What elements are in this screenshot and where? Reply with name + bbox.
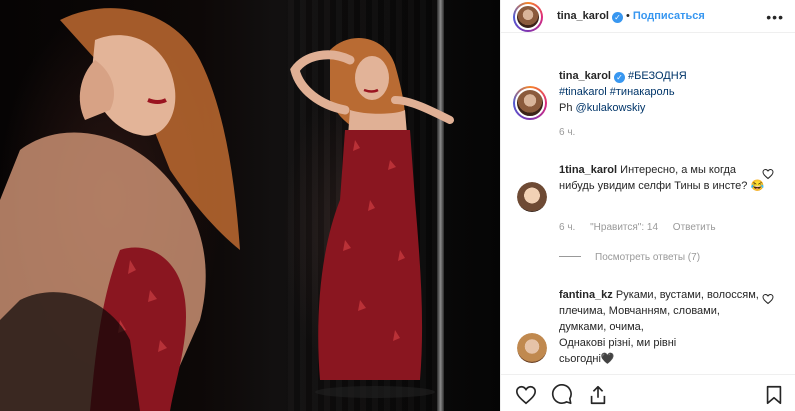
view-replies-label: Посмотреть ответы (7) (595, 252, 701, 263)
header-separator: • (625, 10, 630, 22)
more-options-icon[interactable]: ••• (766, 9, 784, 25)
comment-likes[interactable]: "Нравится": 14 (590, 222, 658, 233)
comment-time[interactable]: 6 ч. (559, 222, 575, 233)
comment-text: 1tina_karol Интересно, а мы когда нибудь… (559, 162, 769, 194)
post-photo[interactable] (0, 0, 500, 411)
comment-body-line2: Однакові різні, ми рівні (559, 337, 677, 349)
comment-body-line3: сьогодні🖤 (559, 353, 615, 365)
comment-icon[interactable] (551, 384, 573, 406)
photo-figures (0, 8, 454, 411)
hashtag-link[interactable]: #БЕЗОДНЯ (628, 70, 687, 82)
commenter-avatar[interactable] (517, 333, 547, 363)
caption-avatar[interactable] (513, 86, 547, 120)
reply-button[interactable]: Ответить (673, 222, 716, 233)
comment-like-icon[interactable] (762, 293, 774, 305)
comment-like-icon[interactable] (762, 168, 774, 180)
author-username[interactable]: tina_karol (557, 10, 609, 22)
post-header: tina_karol ✓ • Подписаться ••• (501, 0, 795, 33)
commenter-avatar[interactable] (517, 182, 547, 212)
share-icon[interactable] (587, 384, 609, 406)
caption-username[interactable]: tina_karol (559, 70, 611, 82)
view-replies-button[interactable]: Посмотреть ответы (7) (559, 252, 700, 263)
author-avatar[interactable] (513, 2, 543, 32)
credit-prefix: Ph (559, 102, 573, 114)
caption-text: tina_karol ✓ #БЕЗОДНЯ #tinakarol #тинакар… (559, 68, 769, 116)
follow-button[interactable]: Подписаться (633, 10, 705, 22)
comment-meta: 6 ч. "Нравится": 14 Ответить (559, 222, 728, 233)
hashtag-link[interactable]: #tinakarol (559, 86, 607, 98)
hashtag-link[interactable]: #тинакароль (610, 86, 675, 98)
commenter-username[interactable]: 1tina_karol (559, 164, 617, 176)
post-action-bar (501, 374, 795, 411)
comment-text: fantina_kz Руками, вустами, волоссям, пл… (559, 287, 769, 367)
mention-link[interactable]: @kulakowskiy (576, 102, 646, 114)
post-details-panel: tina_karol ✓ • Подписаться ••• tina_karol ✓ … (500, 0, 795, 411)
commenter-username[interactable]: fantina_kz (559, 289, 613, 301)
heart-icon[interactable] (515, 384, 537, 406)
timestamp[interactable]: 6 ч. (559, 127, 575, 138)
bookmark-icon[interactable] (763, 384, 785, 406)
verified-badge-icon: ✓ (611, 12, 623, 23)
header-author-line: tina_karol ✓ • Подписаться (557, 10, 705, 23)
caption-time: 6 ч. (559, 127, 587, 138)
verified-badge-icon: ✓ (613, 72, 625, 83)
replies-divider (559, 256, 581, 257)
